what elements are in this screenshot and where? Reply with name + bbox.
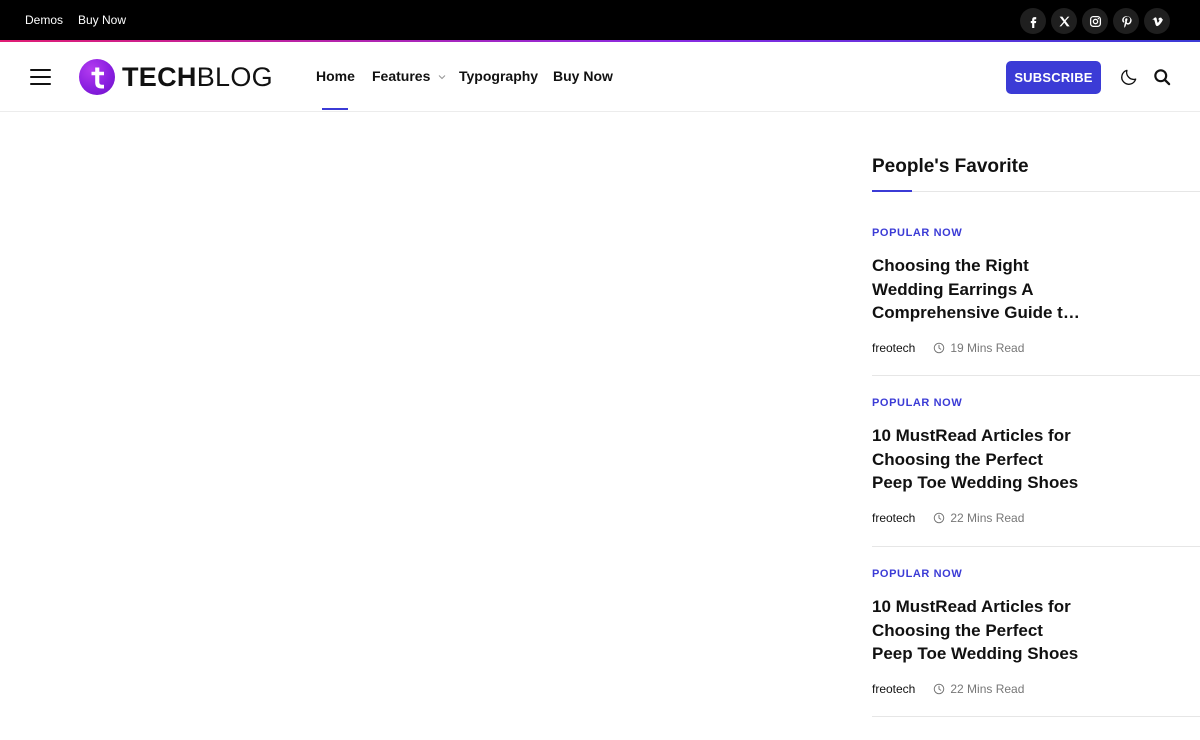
nav-features[interactable]: Features [372,68,446,84]
post-author[interactable]: freotech [872,511,915,525]
post-title[interactable]: 10 MustRead Articles for Choosing the Pe… [872,595,1087,666]
top-bar: Demos Buy Now [0,0,1200,40]
post-author[interactable]: freotech [872,341,915,355]
pinterest-icon[interactable] [1113,8,1139,34]
post-meta: freotech 22 Mins Read [872,682,1200,696]
post-title[interactable]: Choosing the Right Wedding Earrings A Co… [872,254,1087,325]
post-read-time-label: 19 Mins Read [950,340,1025,355]
sidebar-title-divider [872,191,1200,192]
post-divider [872,716,1200,717]
list-item: POPULAR NOW Choosing the Right Wedding E… [872,227,1200,376]
logo-mark-icon [79,59,115,95]
nav-buy-now[interactable]: Buy Now [553,68,613,84]
sidebar-title: People's Favorite [872,156,1029,177]
post-category[interactable]: POPULAR NOW [872,227,1200,239]
instagram-icon[interactable] [1082,8,1108,34]
dark-mode-moon-icon[interactable] [1119,67,1139,87]
nav-features-label: Features [372,68,431,84]
nav-typography[interactable]: Typography [459,68,538,84]
nav-active-indicator [322,108,348,110]
top-link-demos[interactable]: Demos [25,13,63,27]
facebook-icon[interactable] [1020,8,1046,34]
post-meta: freotech 22 Mins Read [872,511,1200,525]
post-read-time: 22 Mins Read [933,511,1024,525]
post-title[interactable]: 10 MustRead Articles for Choosing the Pe… [872,424,1087,495]
list-item: POPULAR NOW 10 MustRead Articles for Cho… [872,568,1200,717]
post-read-time-label: 22 Mins Read [950,510,1025,525]
site-logo[interactable]: TECHBLOG [79,59,273,95]
logo-wordmark: TECHBLOG [122,61,273,92]
post-meta: freotech 19 Mins Read [872,341,1200,355]
chevron-down-icon [438,75,446,80]
nav-home[interactable]: Home [316,68,355,84]
vimeo-icon[interactable] [1144,8,1170,34]
main-header: TECHBLOG Home Features Typography Buy No… [0,42,1200,112]
clock-icon [934,512,945,523]
sidebar-title-accent [872,190,912,192]
subscribe-button[interactable]: SUBSCRIBE [1006,61,1101,94]
hamburger-menu-icon[interactable] [30,69,51,85]
post-category[interactable]: POPULAR NOW [872,568,1200,580]
post-read-time: 19 Mins Read [933,341,1024,355]
top-link-buy-now[interactable]: Buy Now [78,13,126,27]
clock-icon [934,683,945,694]
post-category[interactable]: POPULAR NOW [872,397,1200,409]
search-icon[interactable] [1152,67,1172,87]
post-divider [872,375,1200,376]
x-icon[interactable] [1051,8,1077,34]
post-divider [872,546,1200,547]
list-item: POPULAR NOW 10 MustRead Articles for Cho… [872,397,1200,547]
post-read-time: 22 Mins Read [933,682,1024,696]
post-read-time-label: 22 Mins Read [950,681,1025,696]
clock-icon [934,342,945,353]
post-author[interactable]: freotech [872,682,915,696]
